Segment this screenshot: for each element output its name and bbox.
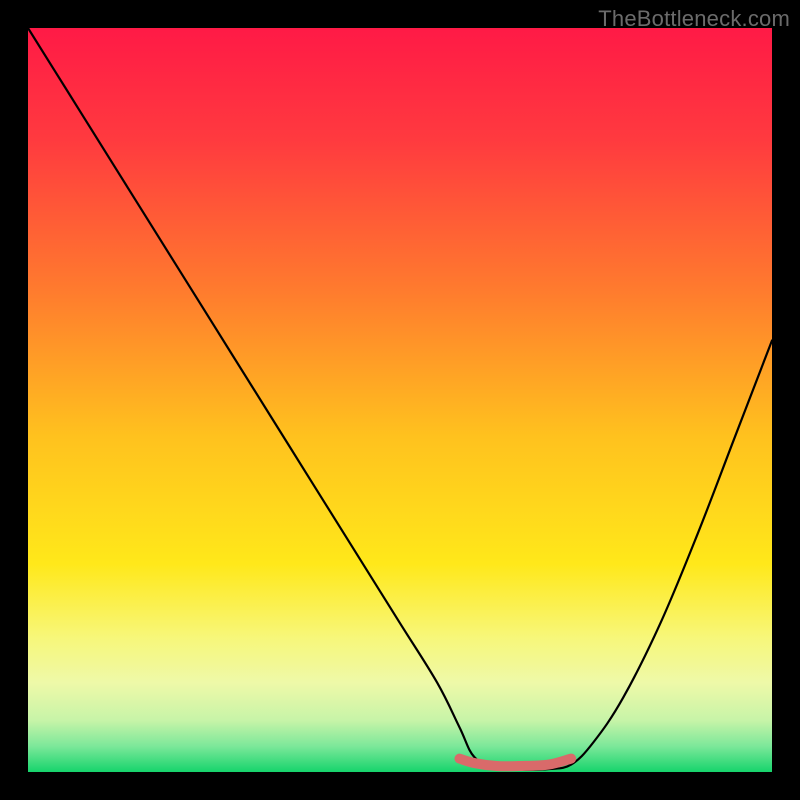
chart-frame: [28, 28, 772, 772]
bottleneck-chart: [28, 28, 772, 772]
chart-background: [28, 28, 772, 772]
